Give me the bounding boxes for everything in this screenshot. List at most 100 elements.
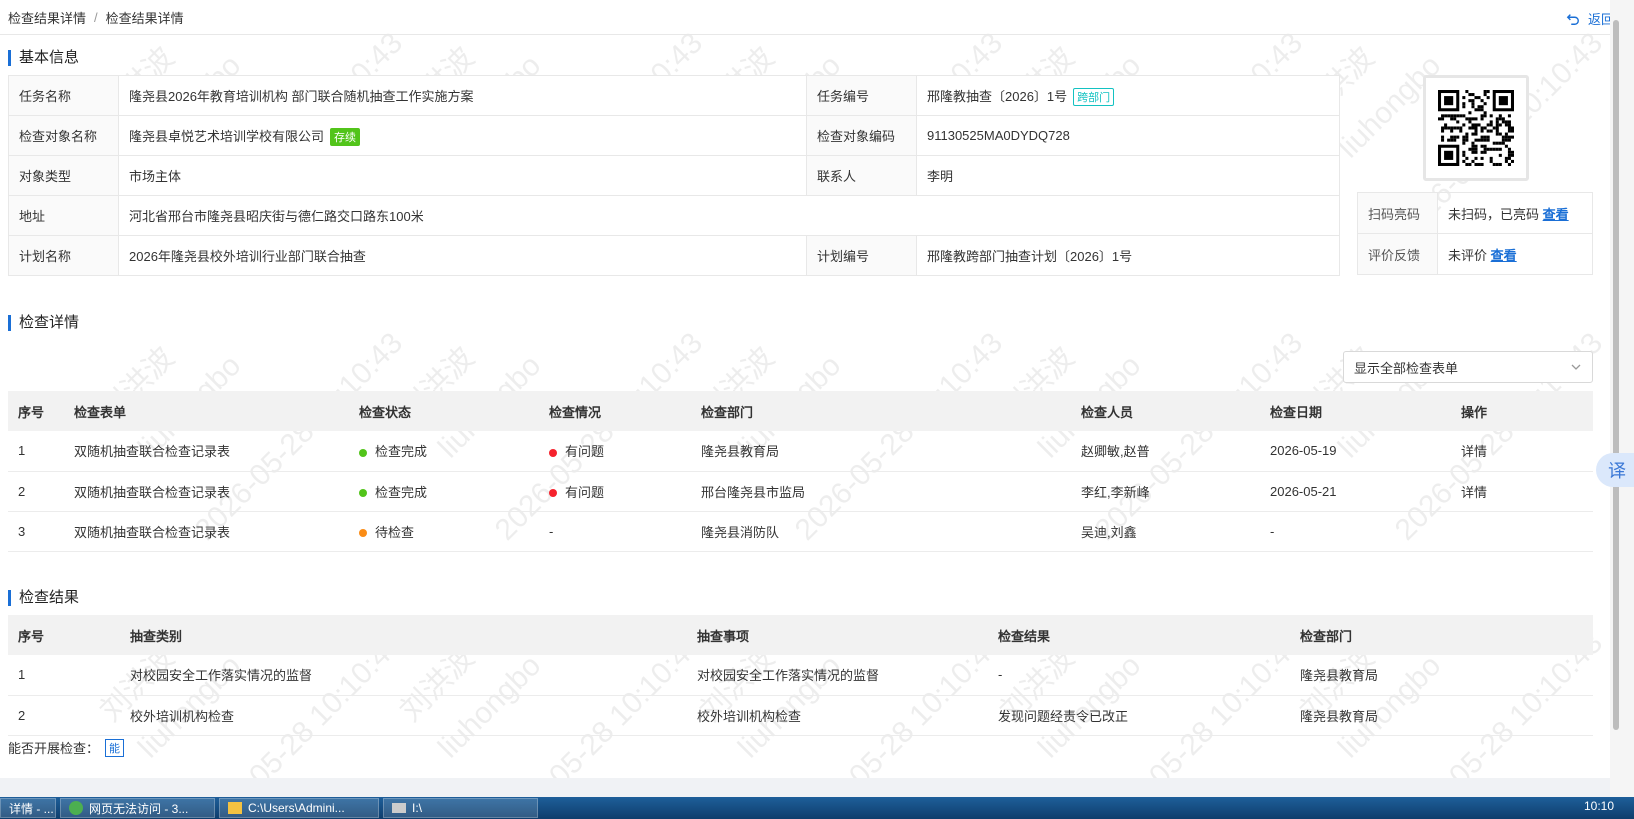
cell-status: 待检查 (349, 511, 539, 552)
status-text: 待检查 (375, 524, 415, 540)
taskbar-item[interactable]: 详情 - ... (0, 798, 56, 818)
situation-dot-icon (549, 489, 557, 498)
task-name-label: 任务名称 (8, 75, 119, 116)
col-header-form: 检查表单 (64, 391, 349, 431)
situation-text: 有问题 (565, 484, 605, 500)
back-button[interactable]: 返回 (1566, 9, 1614, 28)
form-filter-value: 显示全部检查表单 (1354, 360, 1459, 376)
address-label: 地址 (8, 195, 119, 236)
cell-no: 2 (8, 695, 120, 736)
task-no-label: 任务编号 (806, 75, 917, 116)
status-text: 检查完成 (375, 484, 428, 500)
plan-name-value: 2026年隆尧县校外培训行业部门联合抽查 (118, 235, 807, 276)
cell-result: 发现问题经责令已改正 (988, 695, 1290, 736)
status-dot-icon (359, 448, 367, 457)
cell-item: 校外培训机构检查 (687, 695, 988, 736)
cell-no: 1 (8, 655, 120, 696)
cell-result: - (988, 655, 1290, 696)
type-label: 对象类型 (8, 155, 119, 196)
table-row: 3 双随机抽查联合检查记录表 待检查 - 隆尧县消防队 吴迪,刘鑫 - (8, 511, 1593, 552)
qr-code[interactable] (1423, 75, 1529, 181)
cell-dept: 邢台隆尧县市监局 (691, 471, 1071, 512)
inspection-result-table: 序号 抽查类别 抽查事项 检查结果 检查部门 1 对校园安全工作落实情况的监督 … (8, 615, 1593, 736)
inspection-detail-table: 序号 检查表单 检查状态 检查情况 检查部门 检查人员 检查日期 操作 1 双随… (8, 391, 1593, 552)
qr-code-icon (1438, 90, 1514, 166)
col-header-category: 抽查类别 (120, 615, 687, 655)
col-header-no: 序号 (8, 391, 64, 431)
feedback-view-link[interactable]: 查看 (1491, 248, 1517, 263)
translate-button[interactable]: 译 (1596, 453, 1634, 487)
scan-view-link[interactable]: 查看 (1543, 207, 1569, 222)
cell-date: 2026-05-21 (1260, 471, 1451, 512)
address-value: 河北省邢台市隆尧县昭庆街与德仁路交口路东100米 (118, 195, 1340, 236)
table-row: 1 对校园安全工作落实情况的监督 对校园安全工作落实情况的监督 - 隆尧县教育局 (8, 655, 1593, 696)
page: 刘洪波liuhongbo2026-05-28 10:10:43刘洪波liuhon… (0, 0, 1634, 819)
scan-cell: 未扫码，已亮码 查看 (1437, 192, 1593, 234)
situation-dot-icon (549, 448, 557, 457)
cell-category: 对校园安全工作落实情况的监督 (120, 655, 687, 696)
cell-situation: - (539, 511, 691, 552)
cell-form: 双随机抽查联合检查记录表 (64, 471, 349, 512)
col-header-result: 检查结果 (988, 615, 1290, 655)
table-row: 2 校外培训机构检查 校外培训机构检查 发现问题经责令已改正 隆尧县教育局 (8, 695, 1593, 736)
task-no-value: 邢隆教抽查〔2026〕1号 (927, 88, 1068, 104)
cell-form: 双随机抽查联合检查记录表 (64, 431, 349, 472)
detail-link[interactable]: 详情 (1451, 431, 1593, 472)
can-check-row: 能否开展检查： 能 (8, 738, 125, 757)
col-header-item: 抽查事项 (687, 615, 988, 655)
breadcrumb-item-parent[interactable]: 检查结果详情 (8, 8, 86, 27)
target-code-value: 91130525MA0DYDQ728 (916, 115, 1340, 156)
taskbar-clock: 10:10 (1583, 799, 1614, 813)
cell-date: - (1260, 511, 1451, 552)
cell-dept: 隆尧县教育局 (1290, 655, 1593, 696)
cell-no: 3 (8, 511, 64, 552)
plan-name-label: 计划名称 (8, 235, 119, 276)
breadcrumb: 检查结果详情 / 检查结果详情 (0, 0, 1610, 35)
breadcrumb-item-current: 检查结果详情 (105, 10, 184, 26)
target-name-value: 隆尧县卓悦艺术培训学校有限公司 (129, 128, 325, 144)
task-name-value: 隆尧县2026年教育培训机构 部门联合随机抽查工作实施方案 (118, 75, 807, 116)
taskbar-item[interactable]: C:\Users\Admini... (219, 798, 379, 818)
scan-value: 未扫码，已亮码 (1448, 206, 1540, 222)
taskbar-item-label: I:\ (412, 801, 423, 815)
feedback-label: 评价反馈 (1357, 233, 1438, 275)
section-title-result: 检查结果 (8, 590, 79, 606)
status-badge: 存续 (330, 127, 361, 146)
cell-category: 校外培训机构检查 (120, 695, 687, 736)
col-header-dept: 检查部门 (691, 391, 1071, 431)
scan-label: 扫码亮码 (1357, 192, 1438, 234)
scan-feedback-table: 扫码亮码 未扫码，已亮码 查看 评价反馈 未评价 查看 (1357, 192, 1593, 275)
plan-no-value: 邢隆教跨部门抽查计划〔2026〕1号 (916, 235, 1340, 276)
taskbar-item[interactable]: I:\ (383, 798, 538, 818)
cell-status: 检查完成 (349, 471, 539, 512)
cell-form: 双随机抽查联合检查记录表 (64, 511, 349, 552)
translate-icon: 译 (1608, 461, 1626, 481)
form-filter-select[interactable]: 显示全部检查表单 (1343, 351, 1593, 383)
detail-link[interactable]: 详情 (1451, 471, 1593, 512)
chevron-down-icon (1571, 364, 1581, 370)
col-header-status: 检查状态 (349, 391, 539, 431)
table-row: 2 双随机抽查联合检查记录表 检查完成 有问题 邢台隆尧县市监局 李红,李新峰 … (8, 471, 1593, 512)
cell-action (1451, 511, 1593, 552)
scrollbar-thumb[interactable] (1613, 20, 1619, 730)
col-header-staff: 检查人员 (1071, 391, 1260, 431)
contact-label: 联系人 (806, 155, 917, 196)
col-header-situation: 检查情况 (539, 391, 691, 431)
table-row: 1 双随机抽查联合检查记录表 检查完成 有问题 隆尧县教育局 赵卿敏,赵普 20… (8, 431, 1593, 472)
os-taskbar: 详情 - ... 网页无法访问 - 3... C:\Users\Admini..… (0, 797, 1634, 819)
cell-staff: 李红,李新峰 (1071, 471, 1260, 512)
plan-no-label: 计划编号 (806, 235, 917, 276)
cell-item: 对校园安全工作落实情况的监督 (687, 655, 988, 696)
status-dot-icon (359, 489, 367, 498)
col-header-dept: 检查部门 (1290, 615, 1593, 655)
cell-situation: 有问题 (539, 431, 691, 472)
taskbar-item[interactable]: 网页无法访问 - 3... (60, 798, 215, 818)
cell-situation: 有问题 (539, 471, 691, 512)
situation-text: 有问题 (565, 444, 605, 460)
page-footer-gap (0, 778, 1634, 797)
target-name-cell: 隆尧县卓悦艺术培训学校有限公司 存续 (118, 115, 807, 156)
can-check-label: 能否开展检查： (8, 741, 100, 756)
target-code-label: 检查对象编码 (806, 115, 917, 156)
cell-no: 1 (8, 431, 64, 472)
contact-value: 李明 (916, 155, 1340, 196)
